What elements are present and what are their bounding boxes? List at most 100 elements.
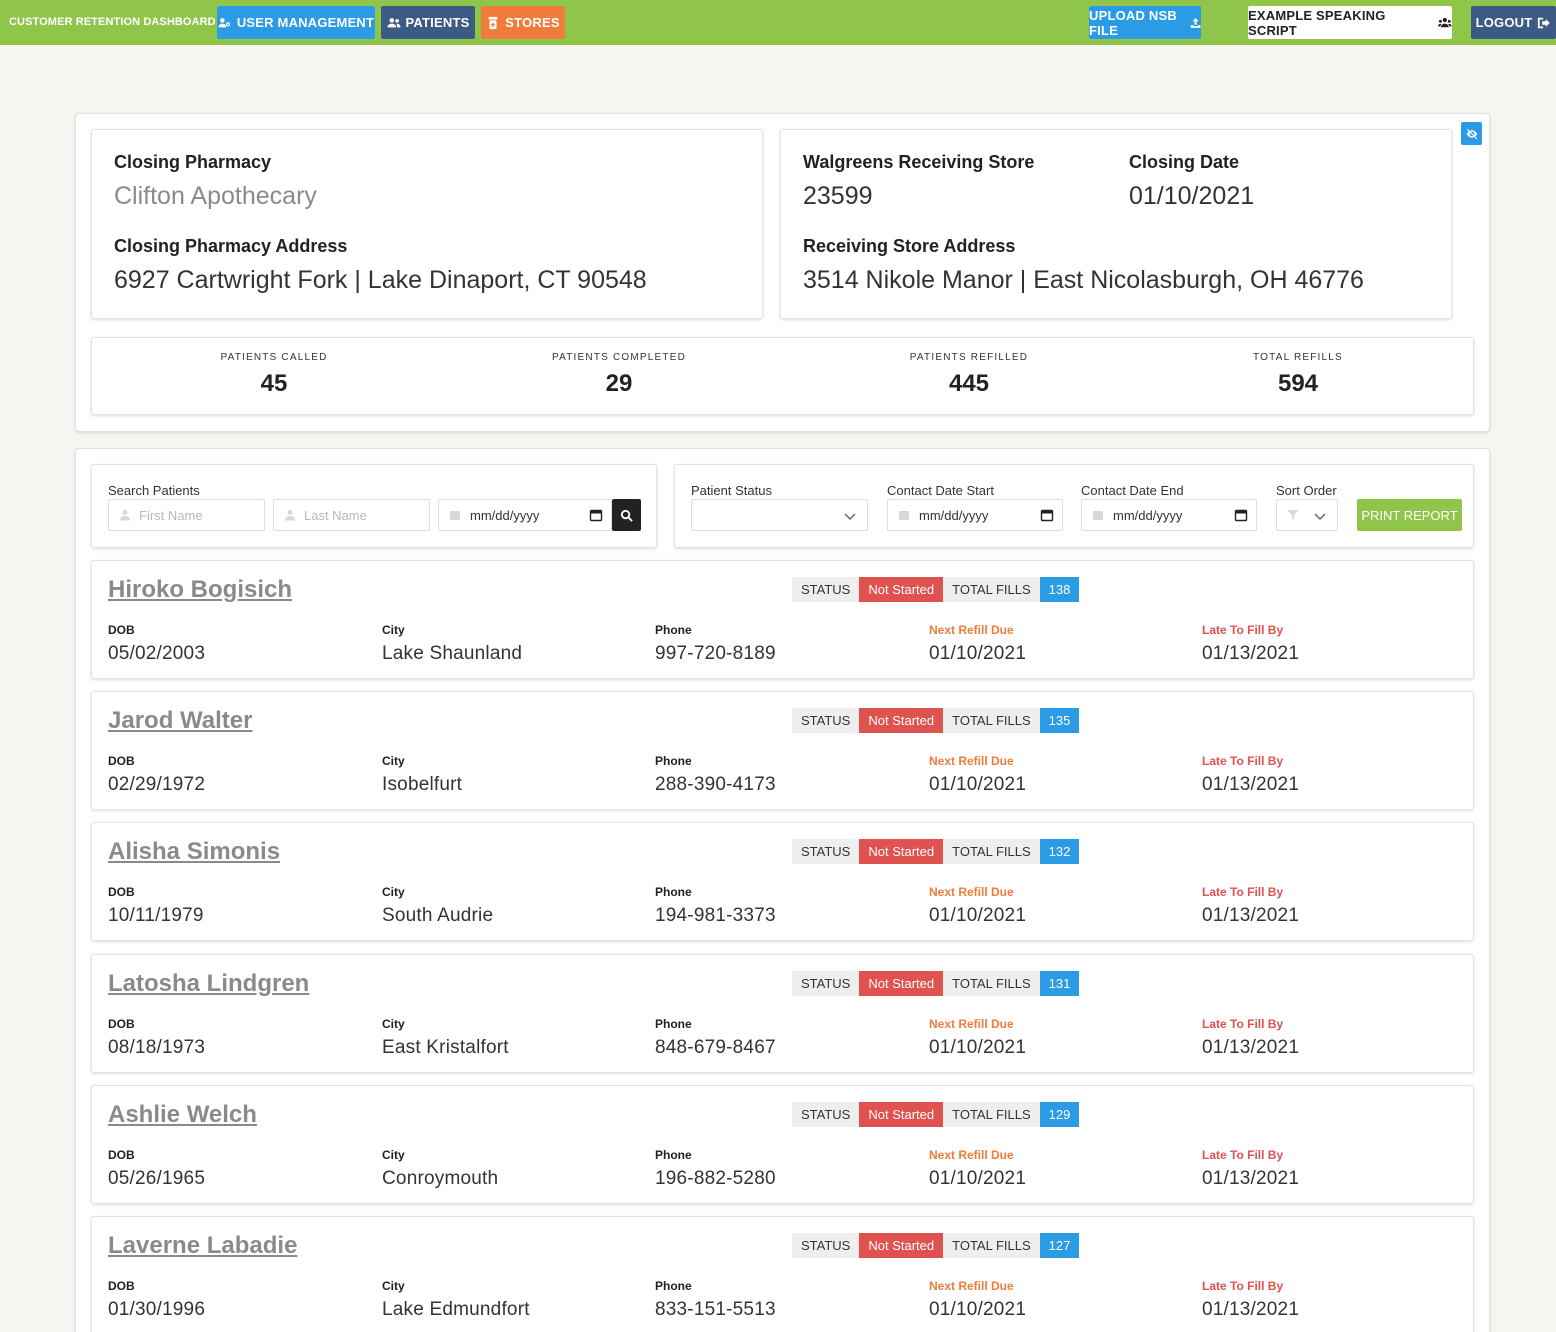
late-to-fill-label: Late To Fill By [1202, 885, 1284, 899]
patient-name-link[interactable]: Latosha Lindgren [108, 970, 309, 998]
sort-order-select[interactable] [1276, 499, 1338, 531]
status-badge: Not Started [859, 1233, 944, 1258]
closing-date: 01/10/2021 [1129, 182, 1255, 210]
contact-date-end-value: mm/dd/yyyy [1113, 507, 1183, 523]
patient-badges: STATUS Not Started TOTAL FILLS 127 [792, 1233, 1080, 1258]
next-refill-label: Next Refill Due [929, 623, 1014, 637]
logout-button[interactable]: LOGOUT [1471, 6, 1556, 39]
users-icon [386, 17, 401, 27]
stat-value: 594 [1277, 370, 1319, 397]
city-value: Lake Edmundfort [382, 1299, 530, 1320]
patient-badges: STATUS Not Started TOTAL FILLS 138 [792, 577, 1080, 602]
top-navbar: CUSTOMER RETENTION DASHBOARD USER MANAGE… [0, 0, 1556, 45]
patient-card: Laverne Labadie STATUS Not Started TOTAL… [91, 1216, 1474, 1332]
app-brand[interactable]: CUSTOMER RETENTION DASHBOARD [9, 16, 216, 28]
patient-card: Ashlie Welch STATUS Not Started TOTAL FI… [91, 1085, 1474, 1204]
contact-date-start-label: Contact Date Start [887, 483, 994, 498]
patient-name-link[interactable]: Alisha Simonis [108, 838, 280, 866]
patient-name-link[interactable]: Hiroko Bogisich [108, 576, 292, 604]
status-label: STATUS [792, 1102, 860, 1127]
status-badge: Not Started [859, 577, 944, 602]
stat-label: PATIENTS REFILLED [909, 352, 1029, 363]
next-refill-value: 01/10/2021 [929, 905, 1027, 926]
contact-date-end-input[interactable]: mm/dd/yyyy [1081, 499, 1257, 531]
dob-value: 05/26/1965 [108, 1168, 206, 1189]
total-fills-label: TOTAL FILLS [943, 577, 1040, 602]
dob-field: DOB 10/11/1979 [108, 885, 204, 927]
next-refill-value: 01/10/2021 [929, 1168, 1027, 1189]
chevron-down-icon [1314, 513, 1326, 521]
closing-pharmacy-name: Clifton Apothecary [114, 182, 317, 210]
upload-icon [1190, 17, 1201, 28]
dob-field: DOB 08/18/1973 [108, 1017, 205, 1059]
stat-label: TOTAL REFILLS [1253, 352, 1343, 363]
total-fills-label: TOTAL FILLS [943, 1233, 1040, 1258]
upload-nsb-file-button[interactable]: UPLOAD NSB FILE [1089, 6, 1201, 39]
next-refill-field: Next Refill Due 01/10/2021 [929, 1017, 1026, 1059]
stores-button[interactable]: STORES [481, 6, 565, 39]
next-refill-field: Next Refill Due 01/10/2021 [929, 754, 1026, 796]
dob-field: DOB 05/26/1965 [108, 1148, 205, 1190]
first-name-placeholder: First Name [139, 507, 203, 523]
filter-icon [1287, 510, 1299, 520]
speaking-script-label: EXAMPLE SPEAKING SCRIPT [1248, 7, 1386, 38]
dob-field: DOB 02/29/1972 [108, 754, 205, 796]
user-management-label: USER MANAGEMENT [236, 15, 375, 30]
city-value: South Audrie [382, 905, 494, 926]
contact-date-start-input[interactable]: mm/dd/yyyy [887, 499, 1063, 531]
phone-field: Phone 194-981-3373 [655, 885, 776, 927]
patient-name-link[interactable]: Ashlie Welch [108, 1101, 257, 1129]
upload-label: UPLOAD NSB FILE [1089, 7, 1177, 38]
patient-status-select[interactable] [691, 499, 868, 531]
sign-out-icon [1538, 17, 1551, 28]
patient-card: Jarod Walter STATUS Not Started TOTAL FI… [91, 691, 1474, 810]
calendar-picker-icon[interactable] [1234, 508, 1248, 522]
next-refill-label: Next Refill Due [929, 754, 1014, 768]
user-icon [285, 510, 295, 521]
late-to-fill-label: Late To Fill By [1202, 1279, 1284, 1293]
search-button[interactable] [612, 499, 641, 531]
city-label: City [382, 623, 405, 637]
phone-field: Phone 833-151-5513 [655, 1279, 776, 1321]
phone-label: Phone [655, 623, 692, 637]
late-to-fill-field: Late To Fill By 01/13/2021 [1202, 885, 1299, 927]
patient-name-link[interactable]: Laverne Labadie [108, 1232, 297, 1260]
calendar-picker-icon[interactable] [1040, 508, 1054, 522]
late-to-fill-value: 01/13/2021 [1202, 905, 1300, 926]
next-refill-field: Next Refill Due 01/10/2021 [929, 1148, 1026, 1190]
next-refill-label: Next Refill Due [929, 1279, 1014, 1293]
late-to-fill-field: Late To Fill By 01/13/2021 [1202, 1279, 1299, 1321]
chevron-down-icon [844, 513, 856, 521]
dob-value: 10/11/1979 [108, 905, 204, 926]
dob-field: DOB 01/30/1996 [108, 1279, 205, 1321]
stat-patients-completed: PATIENTS COMPLETED 29 [519, 352, 719, 398]
city-field: City Conroymouth [382, 1148, 498, 1190]
print-report-button[interactable]: PRINT REPORT [1357, 499, 1462, 531]
late-to-fill-value: 01/13/2021 [1202, 1168, 1300, 1189]
dob-label: DOB [108, 1279, 135, 1293]
example-speaking-script-button[interactable]: EXAMPLE SPEAKING SCRIPT [1248, 6, 1452, 39]
status-label: STATUS [792, 839, 860, 864]
patients-button[interactable]: PATIENTS [381, 6, 475, 39]
city-field: City Lake Edmundfort [382, 1279, 530, 1321]
contact-date-start-value: mm/dd/yyyy [919, 507, 989, 523]
next-refill-label: Next Refill Due [929, 885, 1014, 899]
user-management-button[interactable]: USER MANAGEMENT [217, 6, 375, 39]
receiving-address-label: Receiving Store Address [803, 236, 1016, 256]
first-name-input[interactable]: First Name [108, 499, 265, 531]
city-label: City [382, 1148, 405, 1162]
patient-name-link[interactable]: Jarod Walter [108, 707, 252, 735]
toggle-visibility-button[interactable] [1461, 122, 1482, 145]
status-badge: Not Started [859, 971, 944, 996]
dob-date-input[interactable]: mm/dd/yyyy [438, 499, 612, 531]
late-to-fill-value: 01/13/2021 [1202, 774, 1300, 795]
calendar-picker-icon[interactable] [589, 508, 603, 522]
stat-label: PATIENTS CALLED [220, 352, 328, 363]
city-value: Lake Shaunland [382, 643, 523, 664]
status-badge: Not Started [859, 1102, 944, 1127]
phone-label: Phone [655, 754, 692, 768]
last-name-input[interactable]: Last Name [273, 499, 430, 531]
next-refill-value: 01/10/2021 [929, 1299, 1027, 1320]
status-badge: Not Started [859, 708, 944, 733]
city-field: City East Kristalfort [382, 1017, 509, 1059]
